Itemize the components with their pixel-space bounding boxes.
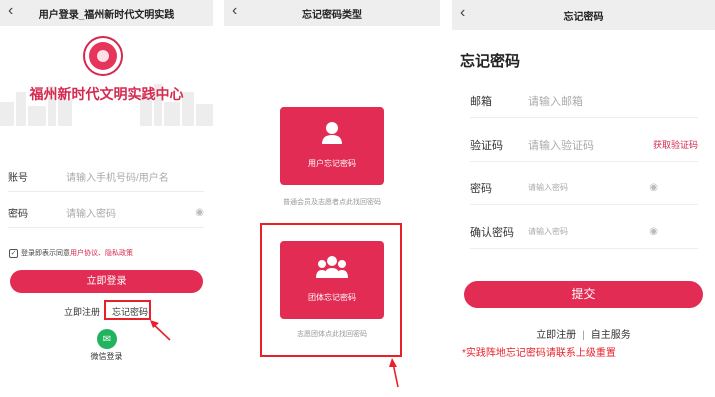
password-label: 密码 [8,209,28,220]
agreement-text: 登录即表示同意 [21,250,70,257]
login-button[interactable]: 立即登录 [10,270,203,293]
forgot-page-title: 忘记密码 [563,11,604,23]
login-panel: ‹ 用户登录_福州新时代文明实践 福州新时代文明实践中心 账号 请输入手机号码/… [0,0,213,397]
eye-icon[interactable]: ◉ [195,207,204,218]
agreement-row: ✓ 登录即表示同意 用户协议、隐私政策 [9,248,133,258]
bottom-links: 立即注册 | 自主服务 [452,326,715,341]
pointer-arrow-icon [389,358,399,388]
password-field[interactable]: 密码 请输入密码 ◉ [470,171,698,205]
get-code-button[interactable]: 获取验证码 [653,138,698,151]
code-field[interactable]: 验证码 请输入验证码 获取验证码 [470,128,698,162]
forgot-type-panel: ‹ 忘记密码类型 用户忘记密码 普通会员及志愿者点此找回密码 团体忘记密码 志愿… [224,0,440,397]
submit-button[interactable]: 提交 [464,281,703,308]
highlight-box [104,300,151,320]
logo [83,36,123,76]
eye-icon[interactable]: ◉ [649,182,658,193]
code-label: 验证码 [470,139,503,152]
forgot-form-panel: ‹ 忘记密码 忘记密码 邮箱 请输入邮箱 验证码 请输入验证码 获取验证码 密码… [452,0,715,397]
account-label: 账号 [8,173,28,184]
login-topbar: ‹ 用户登录_福州新时代文明实践 [0,0,213,26]
group-forgot-card[interactable]: 团体忘记密码 [280,241,384,319]
password-input[interactable]: 请输入密码 [66,205,195,220]
confirm-label: 确认密码 [470,226,514,239]
pointer-arrow-icon [150,320,171,341]
password-field[interactable]: 密码 请输入密码 ◉ [8,198,204,228]
link-separator: | [582,330,585,341]
register-link[interactable]: 立即注册 [64,305,100,318]
group-card-caption: 志愿团体点此找回密码 [297,331,367,338]
code-input[interactable]: 请输入验证码 [528,137,653,153]
email-input[interactable]: 请输入邮箱 [528,93,698,109]
type-topbar: ‹ 忘记密码类型 [224,0,440,26]
eye-icon[interactable]: ◉ [649,226,658,237]
forgot-topbar: ‹ 忘记密码 [452,0,715,30]
back-button[interactable]: ‹ [8,2,13,20]
email-field[interactable]: 邮箱 请输入邮箱 [470,84,698,118]
type-page-title: 忘记密码类型 [302,9,362,21]
agreement-links[interactable]: 用户协议、隐私政策 [70,248,133,258]
self-service-link[interactable]: 自主服务 [591,330,631,341]
account-field[interactable]: 账号 请输入手机号码/用户名 [8,162,204,192]
wechat-login-label[interactable]: 微信登录 [0,351,213,362]
user-icon [322,122,342,144]
confirm-input[interactable]: 请输入密码 [528,226,649,237]
wechat-icon[interactable]: ✉ [97,329,117,349]
user-card-caption: 普通会员及志愿者点此找回密码 [283,199,381,206]
confirm-password-field[interactable]: 确认密码 请输入密码 ◉ [470,215,698,249]
checkbox-checked-icon[interactable]: ✓ [9,248,18,258]
account-input[interactable]: 请输入手机号码/用户名 [66,169,204,184]
group-icon [316,256,348,278]
forgot-heading: 忘记密码 [460,53,521,70]
user-forgot-card[interactable]: 用户忘记密码 [280,107,384,185]
email-label: 邮箱 [470,95,492,108]
login-page-title: 用户登录_福州新时代文明实践 [38,9,175,21]
group-card-label: 团体忘记密码 [308,293,356,302]
password-label: 密码 [470,182,492,195]
back-button[interactable]: ‹ [460,4,465,22]
brand-name: 福州新时代文明实践中心 [29,86,184,102]
password-input[interactable]: 请输入密码 [528,182,649,193]
register-link[interactable]: 立即注册 [536,330,576,341]
user-card-label: 用户忘记密码 [308,159,356,168]
back-button[interactable]: ‹ [232,2,237,20]
reset-note: *实践阵地忘记密码请联系上级重置 [462,348,616,359]
